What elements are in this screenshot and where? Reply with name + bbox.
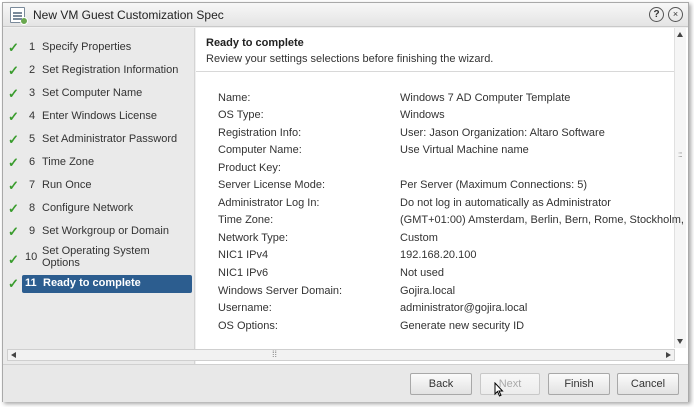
check-icon: ✓ <box>8 201 19 216</box>
window-title: New VM Guest Customization Spec <box>33 8 224 22</box>
summary-key: Windows Server Domain: <box>218 285 343 297</box>
summary-key: Username: <box>218 302 272 314</box>
summary-key: OS Type: <box>218 109 264 121</box>
step-number: 6 <box>29 156 36 168</box>
scroll-grip-icon[interactable]: ⁞⁞ <box>272 349 277 359</box>
scroll-right-icon[interactable] <box>666 352 671 358</box>
step-set-workgroup-or-domain[interactable]: ✓ 9 Set Workgroup or Domain <box>3 221 193 243</box>
step-number: 3 <box>29 87 36 99</box>
step-number: 4 <box>29 110 36 122</box>
step-time-zone[interactable]: ✓ 6 Time Zone <box>3 152 193 174</box>
title-bar: New VM Guest Customization Spec ? × <box>3 3 688 27</box>
cancel-button[interactable]: Cancel <box>617 373 679 395</box>
check-icon: ✓ <box>8 109 19 124</box>
close-icon[interactable]: × <box>668 7 683 22</box>
scroll-up-icon[interactable] <box>677 32 683 37</box>
step-number: 7 <box>29 179 36 191</box>
page-subtitle: Review your settings selections before f… <box>206 53 494 65</box>
mouse-cursor-icon <box>494 382 504 397</box>
check-icon: ✓ <box>8 252 19 267</box>
step-number: 10 <box>25 251 38 263</box>
summary-key: Administrator Log In: <box>218 197 320 209</box>
step-number: 5 <box>29 133 36 145</box>
summary-key: Time Zone: <box>218 214 274 226</box>
step-label: Set Registration Information <box>42 64 179 76</box>
step-label: Set Computer Name <box>42 87 143 99</box>
step-enter-windows-license[interactable]: ✓ 4 Enter Windows License <box>3 106 193 128</box>
summary-value: Not used <box>400 267 445 279</box>
step-label: Set Workgroup or Domain <box>42 225 169 237</box>
step-number: 9 <box>29 225 36 237</box>
step-label: Enter Windows License <box>42 110 157 122</box>
step-set-administrator-password[interactable]: ✓ 5 Set Administrator Password <box>3 129 193 151</box>
step-number: 1 <box>29 41 36 53</box>
summary-value: Windows 7 AD Computer Template <box>400 92 571 104</box>
step-set-operating-system-options[interactable]: ✓ 10 Set Operating System Options <box>3 245 193 271</box>
scroll-down-icon[interactable] <box>677 339 683 344</box>
wizard-steps-nav: ✓ 1 Specify Properties ✓ 2 Set Registrat… <box>3 28 195 364</box>
summary-value: Use Virtual Machine name <box>400 144 529 156</box>
step-run-once[interactable]: ✓ 7 Run Once <box>3 175 193 197</box>
wizard-window: New VM Guest Customization Spec ? × ✓ 1 … <box>2 2 689 402</box>
summary-value: Gojira.local <box>400 285 456 297</box>
step-label: Set Administrator Password <box>42 133 178 145</box>
step-number: 8 <box>29 202 36 214</box>
step-ready-to-complete[interactable]: ✓ 11 Ready to complete <box>3 275 193 297</box>
scroll-left-icon[interactable] <box>11 352 16 358</box>
header-divider <box>196 71 676 72</box>
summary-key: OS Options: <box>218 320 278 332</box>
check-icon: ✓ <box>8 63 19 78</box>
summary-value: 192.168.20.100 <box>400 249 477 261</box>
scroll-grip-icon[interactable]: ::: <box>678 150 683 159</box>
page-title: Ready to complete <box>206 37 304 49</box>
summary-key: Registration Info: <box>218 127 302 139</box>
summary-value: User: Jason Organization: Altaro Softwar… <box>400 127 605 139</box>
check-icon: ✓ <box>8 155 19 170</box>
step-number: 2 <box>29 64 36 76</box>
summary-key: NIC1 IPv6 <box>218 267 269 279</box>
check-icon: ✓ <box>8 40 19 55</box>
vertical-scrollbar[interactable]: ::: <box>674 28 686 348</box>
summary-key: Computer Name: <box>218 144 302 156</box>
step-label: Configure Network <box>42 202 134 214</box>
finish-button[interactable]: Finish <box>548 373 610 395</box>
customization-spec-icon <box>10 7 28 25</box>
summary-panel: Ready to complete Review your settings s… <box>196 28 688 364</box>
check-icon: ✓ <box>8 224 19 239</box>
step-set-computer-name[interactable]: ✓ 3 Set Computer Name <box>3 83 193 105</box>
step-label: Specify Properties <box>42 41 132 53</box>
step-set-registration-information[interactable]: ✓ 2 Set Registration Information <box>3 60 193 82</box>
step-label: Set Operating System Options <box>42 245 150 269</box>
step-number: 11 <box>25 277 37 289</box>
step-label: Time Zone <box>42 156 95 168</box>
wizard-footer: Back Next Finish Cancel <box>3 364 688 402</box>
summary-value: Generate new security ID <box>400 320 525 332</box>
check-icon: ✓ <box>8 178 19 193</box>
summary-value: Windows <box>400 109 445 121</box>
step-specify-properties[interactable]: ✓ 1 Specify Properties <box>3 37 193 59</box>
back-button[interactable]: Back <box>410 373 472 395</box>
summary-key: Server License Mode: <box>218 179 325 191</box>
summary-value: Per Server (Maximum Connections: 5) <box>400 179 588 191</box>
next-button[interactable]: Next <box>480 373 540 395</box>
check-icon: ✓ <box>8 132 19 147</box>
summary-value: (GMT+01:00) Amsterdam, Berlin, Bern, Rom… <box>400 214 684 226</box>
summary-key: Network Type: <box>218 232 289 244</box>
step-configure-network[interactable]: ✓ 8 Configure Network <box>3 198 193 220</box>
summary-value: administrator@gojira.local <box>400 302 528 314</box>
step-label: Run Once <box>42 179 92 191</box>
summary-key: NIC1 IPv4 <box>218 249 269 261</box>
help-icon[interactable]: ? <box>649 7 664 22</box>
summary-key: Name: <box>218 92 251 104</box>
check-icon: ✓ <box>8 86 19 101</box>
step-label: Ready to complete <box>43 277 141 289</box>
summary-value: Do not log in automatically as Administr… <box>400 197 611 209</box>
check-icon: ✓ <box>8 276 19 291</box>
horizontal-scrollbar[interactable]: ⁞⁞ <box>7 349 675 361</box>
summary-key: Product Key: <box>218 162 281 174</box>
summary-value: Custom <box>400 232 438 244</box>
